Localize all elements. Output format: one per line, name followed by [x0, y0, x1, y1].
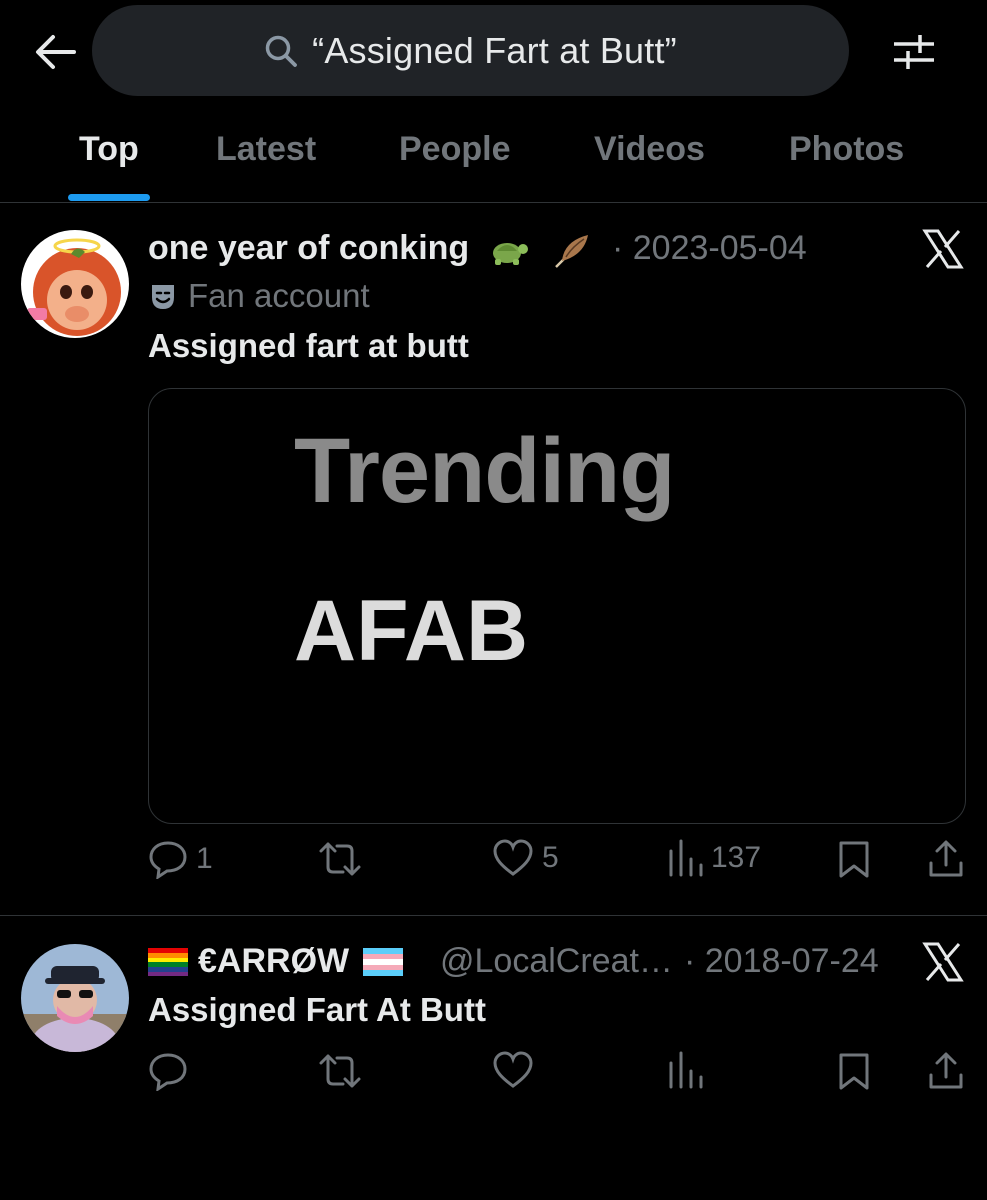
- feather-icon: [555, 235, 589, 268]
- tweet[interactable]: one year of conking · 2023-05-04 Fan acc…: [0, 203, 987, 916]
- views-chart-icon: [669, 839, 703, 877]
- search-tabs: Top Latest People Videos Photos: [0, 110, 987, 203]
- media-text-afab: AFAB: [294, 583, 529, 679]
- share-icon: [929, 840, 963, 877]
- orangutan-avatar-image: [21, 230, 129, 338]
- repost-icon: [319, 1054, 361, 1088]
- heart-icon: [493, 839, 533, 876]
- tweet-date[interactable]: · 2023-05-04: [612, 229, 807, 268]
- turtle-icon: [492, 243, 528, 266]
- bookmark-icon: [839, 841, 869, 878]
- search-filter-button[interactable]: [889, 28, 939, 76]
- tweet-media-image[interactable]: Trending AFAB: [148, 388, 966, 824]
- active-tab-indicator: [68, 194, 150, 201]
- like-button[interactable]: 5: [492, 839, 559, 877]
- tweet-actions: 1 5 137: [0, 839, 987, 889]
- search-input[interactable]: “Assigned Fart at Butt”: [92, 5, 849, 96]
- bookmark-button[interactable]: [837, 1051, 871, 1091]
- views-button[interactable]: [667, 1051, 711, 1089]
- tab-photos[interactable]: Photos: [789, 130, 904, 169]
- reply-icon: [149, 841, 187, 879]
- views-button[interactable]: 137: [667, 839, 761, 877]
- reply-button[interactable]: 1: [148, 839, 213, 879]
- bookmark-icon: [839, 1053, 869, 1090]
- reply-icon: [149, 1053, 187, 1091]
- reply-count: 1: [196, 842, 213, 875]
- tweet-header: one year of conking: [148, 229, 592, 269]
- label-text: Fan account: [188, 277, 370, 314]
- tweet-date[interactable]: · 2018-07-24: [684, 942, 879, 981]
- tweet-header: €ARRØW: [148, 942, 404, 981]
- tweet-actions: [0, 1051, 987, 1101]
- tab-people[interactable]: People: [399, 130, 510, 169]
- share-icon: [929, 1052, 963, 1089]
- search-icon: [265, 35, 298, 67]
- avatar[interactable]: [21, 230, 129, 338]
- tweet-handle[interactable]: @LocalCreat…: [440, 942, 673, 981]
- search-results-screen: “Assigned Fart at Butt” Top Latest Peopl…: [0, 0, 987, 1200]
- display-name[interactable]: €ARRØW: [198, 942, 349, 981]
- arrow-left-icon: [36, 35, 76, 69]
- tweet-text: Assigned fart at butt: [148, 327, 469, 364]
- theater-masks-icon: [152, 285, 174, 309]
- repost-icon: [319, 842, 361, 876]
- x-logo-icon: [922, 942, 964, 982]
- tab-latest[interactable]: Latest: [216, 130, 316, 169]
- like-count: 5: [542, 841, 559, 874]
- repost-button[interactable]: [317, 1051, 371, 1091]
- repost-button[interactable]: [317, 839, 371, 879]
- transgender-flag-icon: [363, 947, 404, 976]
- avatar[interactable]: [21, 944, 129, 1052]
- x-logo-icon: [922, 229, 964, 269]
- like-button[interactable]: [492, 1051, 542, 1089]
- views-chart-icon: [669, 1051, 703, 1089]
- reply-button[interactable]: [148, 1051, 196, 1091]
- bookmark-button[interactable]: [837, 839, 871, 879]
- display-name[interactable]: one year of conking: [148, 229, 469, 267]
- share-button[interactable]: [927, 1051, 965, 1091]
- tab-top[interactable]: Top: [79, 130, 139, 169]
- back-button[interactable]: [30, 28, 80, 76]
- tab-videos[interactable]: Videos: [594, 130, 705, 169]
- rainbow-flag-icon: [148, 947, 188, 976]
- heart-icon: [493, 1051, 533, 1088]
- share-button[interactable]: [927, 839, 965, 879]
- tweet-text: Assigned Fart At Butt: [148, 991, 486, 1028]
- sliders-icon: [894, 35, 934, 69]
- top-bar: “Assigned Fart at Butt”: [0, 0, 987, 100]
- person-avatar-image: [21, 944, 129, 1052]
- account-label[interactable]: Fan account: [148, 277, 370, 315]
- tweet[interactable]: €ARRØW @LocalCreat… · 2018-07-24 Assigne…: [0, 917, 987, 1200]
- view-count: 137: [711, 841, 762, 874]
- media-text-trending: Trending: [294, 420, 675, 522]
- search-query-text: “Assigned Fart at Butt”: [312, 29, 677, 71]
